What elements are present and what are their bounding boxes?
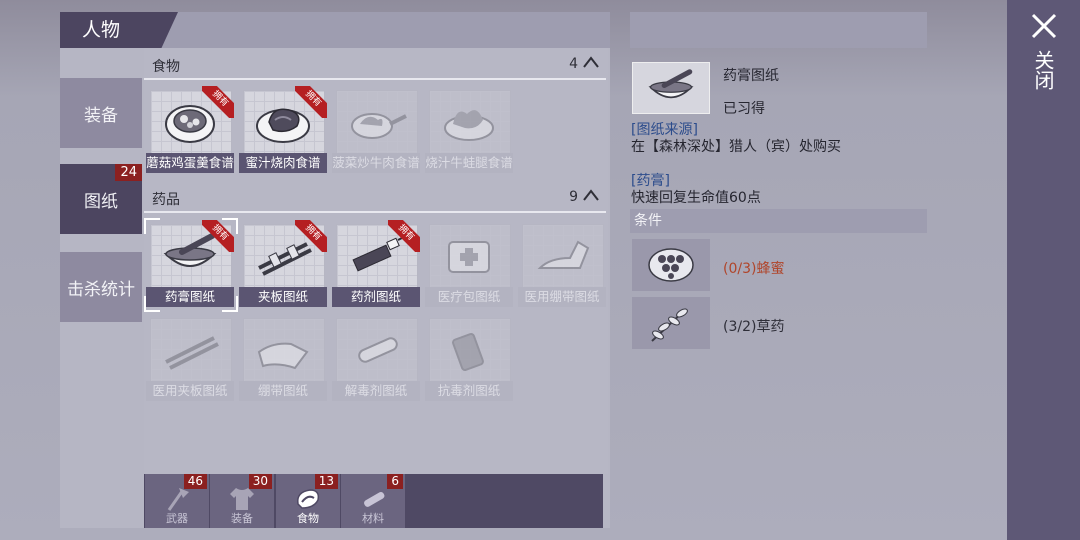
tab-count: 13 [314,474,338,489]
item-medical-bandage-blueprint[interactable]: 医用绷带图纸 [518,220,606,308]
tab-count: 46 [183,474,207,489]
medical-splint-icon [165,336,219,370]
item-label: 蘑菇鸡蛋羹食谱 [146,153,234,173]
tab-label: 食物 [297,512,319,525]
item-label: 医用绷带图纸 [518,287,606,307]
section-header-medicine[interactable]: 药品 9 [144,183,606,213]
page-title: 人物 [60,12,178,48]
frog-legs-plate-icon [444,110,494,141]
antidote-tube-icon [358,337,398,363]
section-header-food[interactable]: 食物 4 [144,50,606,80]
item-label: 绷带图纸 [239,381,327,401]
detail-item-status: 已习得 [723,101,765,117]
item-label: 菠菜炒牛肉食谱 [332,153,420,173]
tab-materials[interactable]: 6 材料 [341,474,405,528]
tab-food[interactable]: 13 食物 [276,474,340,528]
selection-frame [144,218,238,312]
herb-icon [651,308,688,342]
medkit-bag-icon [448,241,490,273]
chevron-up-icon[interactable] [582,187,600,203]
shirt-icon [230,488,254,510]
condition-honey-icon-box[interactable] [632,239,710,291]
owned-badge: 拥有 [202,86,234,118]
effect-text: 快速回复生命值60点 [631,190,761,206]
medical-bandage-icon [537,240,590,269]
nav-blueprints-label: 图纸 [84,191,118,212]
bandage-roll-icon [257,342,309,370]
axe-icon [167,488,189,511]
tab-count: 6 [387,474,403,489]
nav-blueprints[interactable]: 图纸 24 [60,164,142,234]
item-medicine-blueprint[interactable]: 拥有 药剂图纸 [332,220,420,308]
item-label: 医用夹板图纸 [146,381,234,401]
item-label: 解毒剂图纸 [332,381,420,401]
source-text: 在【森林深处】猎人（宾）处购买 [631,139,841,155]
item-splint-blueprint[interactable]: 拥有 夹板图纸 [239,220,327,308]
close-icon[interactable] [1028,10,1060,42]
antitoxin-bottle-icon [452,333,484,371]
nav-kill-stats-label: 击杀统计 [67,279,135,300]
item-label: 医疗包图纸 [425,287,513,307]
item-frog-legs-recipe[interactable]: 烧汁牛蛙腿食谱 [425,86,513,174]
item-medical-splint-blueprint[interactable]: 医用夹板图纸 [146,314,234,402]
owned-badge: 拥有 [388,220,420,252]
honeycomb-icon [648,248,694,282]
detail-item-name: 药膏图纸 [723,68,779,84]
item-label: 蜜汁烧肉食谱 [239,153,327,173]
tab-weapons[interactable]: 46 武器 [145,474,209,528]
close-label: 关闭 [1031,50,1055,90]
item-medkit-blueprint[interactable]: 医疗包图纸 [425,220,513,308]
section-count: 9 [569,189,578,205]
tab-equipment[interactable]: 30 装备 [210,474,274,528]
item-bandage-blueprint[interactable]: 绷带图纸 [239,314,327,402]
item-antidote-blueprint[interactable]: 解毒剂图纸 [332,314,420,402]
owned-badge: 拥有 [295,86,327,118]
section-title: 食物 [152,59,180,75]
item-label: 抗毒剂图纸 [425,381,513,401]
ointment-bowl-icon [648,69,694,99]
chevron-up-icon[interactable] [582,54,600,70]
item-label: 烧汁牛蛙腿食谱 [425,153,513,173]
nav-equipment-label: 装备 [84,105,118,126]
owned-badge: 拥有 [295,220,327,252]
meat-icon [297,489,320,509]
nav-equipment[interactable]: 装备 [60,78,142,148]
item-mushroom-egg-recipe[interactable]: 拥有 蘑菇鸡蛋羹食谱 [146,86,234,174]
detail-item-icon [632,62,710,114]
close-button[interactable]: 关闭 [1026,50,1060,95]
tab-label: 武器 [166,512,188,525]
item-label: 夹板图纸 [239,287,327,307]
condition-honey-text: (0/3)蜂蜜 [723,261,785,277]
detail-header-bar [630,12,927,48]
tab-label: 材料 [362,512,384,525]
item-antitoxin-blueprint[interactable]: 抗毒剂图纸 [425,314,513,402]
material-log-icon [364,492,385,507]
blueprint-count-badge: 24 [115,164,142,181]
tab-label: 装备 [231,512,253,525]
item-spinach-beef-recipe[interactable]: 菠菜炒牛肉食谱 [332,86,420,174]
condition-herb-icon-box[interactable] [632,297,710,349]
section-title: 药品 [152,192,180,208]
item-honey-meat-recipe[interactable]: 拥有 蜜汁烧肉食谱 [239,86,327,174]
conditions-header: 条件 [630,209,927,233]
section-count: 4 [569,56,578,72]
nav-kill-stats[interactable]: 击杀统计 [60,252,142,322]
spinach-beef-pan-icon [351,113,407,139]
tab-count: 30 [248,474,272,489]
condition-herb-text: (3/2)草药 [723,319,785,335]
item-label: 药剂图纸 [332,287,420,307]
